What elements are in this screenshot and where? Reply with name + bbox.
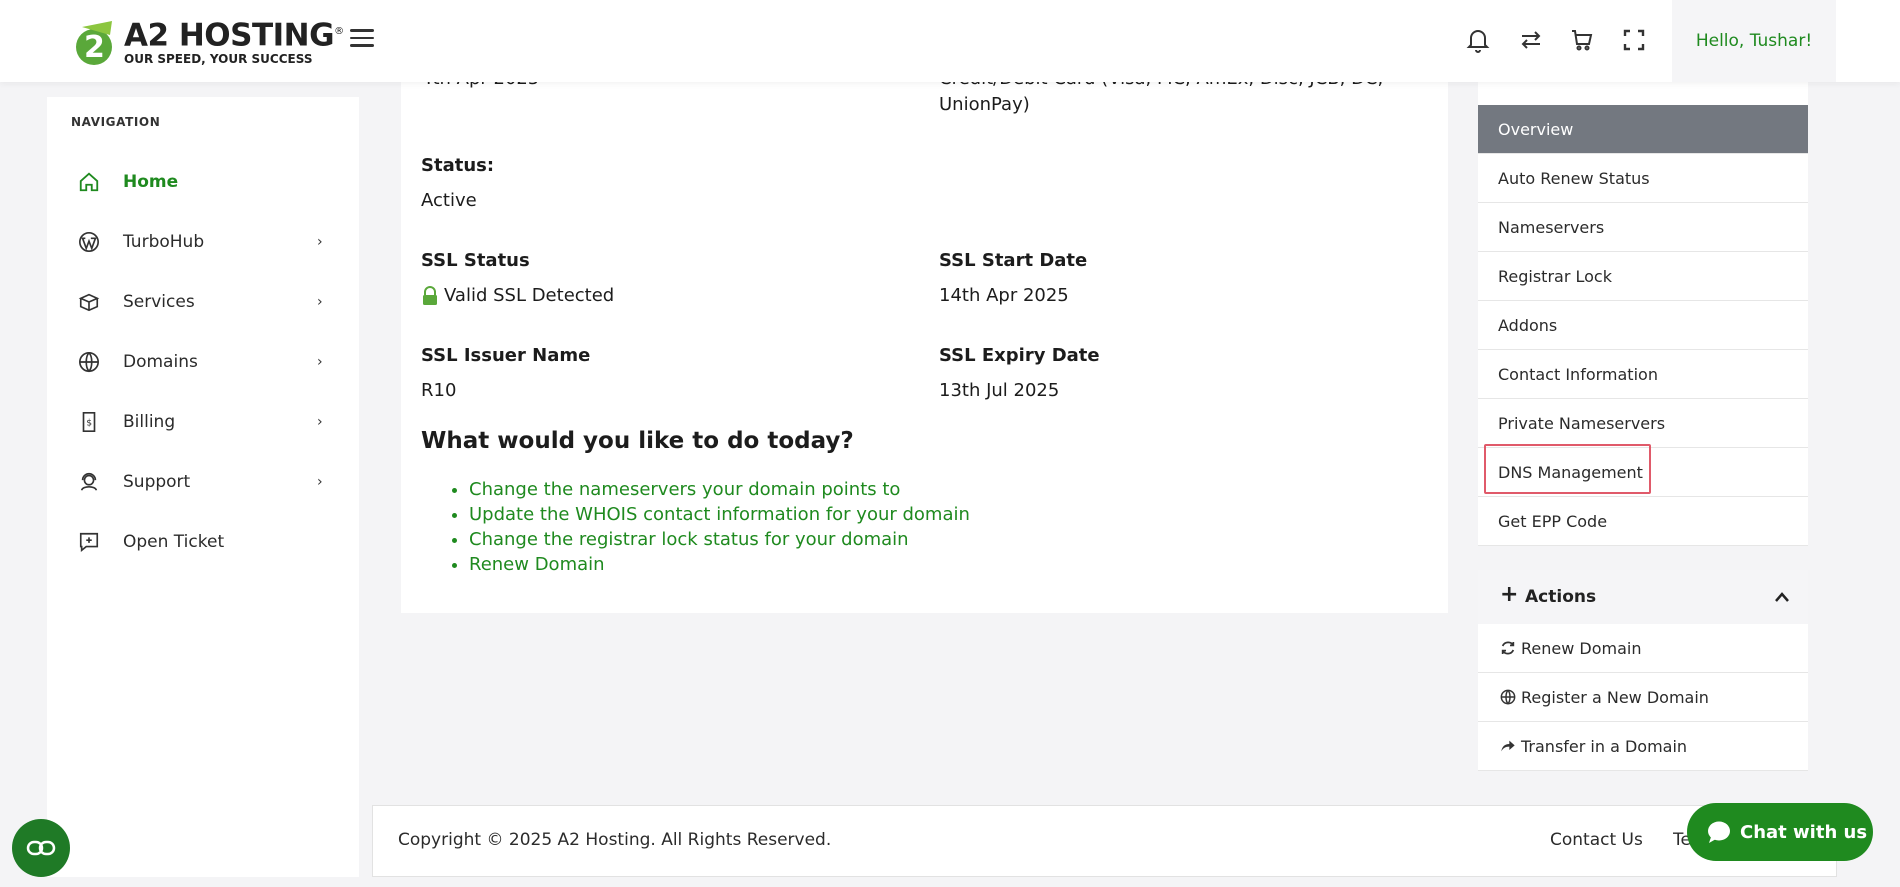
status-value: Active <box>421 190 477 211</box>
sidebar-item-home[interactable]: Home <box>47 160 359 204</box>
chevron-right-icon: › <box>317 294 323 310</box>
sidebar-item-label: Domains <box>123 352 198 372</box>
chevron-right-icon: › <box>317 234 323 250</box>
menu-nameservers[interactable]: Nameservers <box>1478 203 1808 252</box>
sidebar-item-label: Support <box>123 472 191 492</box>
change-nameservers-link[interactable]: Change the nameservers your domain point… <box>469 477 970 502</box>
menu-get-epp-code[interactable]: Get EPP Code <box>1478 497 1808 546</box>
transfer-icon[interactable] <box>1516 25 1546 55</box>
chat-with-us-button[interactable]: Chat with us <box>1687 803 1873 861</box>
change-registrar-lock-link[interactable]: Change the registrar lock status for you… <box>469 527 970 552</box>
menu-contact-information[interactable]: Contact Information <box>1478 350 1808 399</box>
logo-mark-icon: 2 <box>72 15 120 67</box>
ssl-status-value: Valid SSL Detected <box>421 285 614 306</box>
bell-icon[interactable] <box>1463 25 1493 55</box>
action-transfer-domain[interactable]: Transfer in a Domain <box>1478 722 1808 771</box>
chevron-up-icon[interactable] <box>1774 588 1790 607</box>
logo-tagline: OUR SPEED, YOUR SUCCESS <box>124 52 313 67</box>
menu-auto-renew-status[interactable]: Auto Renew Status <box>1478 154 1808 203</box>
menu-private-nameservers[interactable]: Private Nameservers <box>1478 399 1808 448</box>
sidebar-item-services[interactable]: Services › <box>47 280 359 324</box>
sidebar-item-label: TurboHub <box>123 232 205 252</box>
menu-icon[interactable] <box>350 29 374 49</box>
chevron-right-icon: › <box>317 414 323 430</box>
accessibility-widget-button[interactable] <box>12 819 70 877</box>
sidebar-item-open-ticket[interactable]: Open Ticket <box>47 520 359 564</box>
renew-domain-link[interactable]: Renew Domain <box>469 552 970 577</box>
cart-icon[interactable] <box>1567 25 1597 55</box>
ssl-start-label: SSL Start Date <box>939 250 1088 271</box>
nav-title: NAVIGATION <box>71 115 161 129</box>
sidebar-item-billing[interactable]: $ Billing › <box>47 400 359 444</box>
lock-icon <box>423 285 437 305</box>
ticket-icon <box>77 530 101 554</box>
svg-text:2: 2 <box>84 30 105 65</box>
sidebar-item-support[interactable]: Support › <box>47 460 359 504</box>
ssl-issuer-value: R10 <box>421 380 457 401</box>
svg-text:$: $ <box>86 418 92 429</box>
chat-bubble-icon <box>1708 821 1730 843</box>
top-header: 2 A2 HOSTING® OUR SPEED, YOUR SUCCESS He… <box>0 0 1900 82</box>
chevron-right-icon: › <box>317 354 323 370</box>
link-icon <box>26 840 56 856</box>
logo-name: A2 HOSTING® <box>124 17 344 54</box>
copyright-text: Copyright © 2025 A2 Hosting. All Rights … <box>398 830 832 850</box>
fullscreen-icon[interactable] <box>1619 25 1649 55</box>
invoice-icon: $ <box>77 410 101 434</box>
payment-method-value-cont: UnionPay) <box>939 94 1030 115</box>
wordpress-icon <box>77 230 101 254</box>
share-arrow-icon <box>1499 737 1517 755</box>
ssl-expiry-label: SSL Expiry Date <box>939 345 1100 366</box>
footer: Copyright © 2025 A2 Hosting. All Rights … <box>372 805 1837 877</box>
actions-panel-header[interactable]: + Actions <box>1478 570 1808 624</box>
headset-icon <box>77 470 101 494</box>
action-register-domain[interactable]: Register a New Domain <box>1478 673 1808 722</box>
sidebar-item-label: Billing <box>123 412 176 432</box>
ssl-expiry-value: 13th Jul 2025 <box>939 380 1060 401</box>
ssl-issuer-label: SSL Issuer Name <box>421 345 591 366</box>
action-label: Register a New Domain <box>1521 687 1709 707</box>
menu-addons[interactable]: Addons <box>1478 301 1808 350</box>
sidebar-item-label: Home <box>123 172 179 192</box>
home-icon <box>77 170 101 194</box>
todo-links: Change the nameservers your domain point… <box>469 477 970 577</box>
action-label: Transfer in a Domain <box>1521 736 1688 756</box>
menu-dns-management[interactable]: DNS Management <box>1478 448 1808 497</box>
plus-icon: + <box>1500 582 1519 607</box>
todo-title: What would you like to do today? <box>421 428 854 454</box>
sidebar-item-label: Services <box>123 292 195 312</box>
sidebar: NAVIGATION Home TurboHub › Services › Do… <box>47 97 359 877</box>
status-label: Status: <box>421 155 495 176</box>
ssl-start-value: 14th Apr 2025 <box>939 285 1069 306</box>
box-icon <box>77 290 101 314</box>
sidebar-item-label: Open Ticket <box>123 532 225 552</box>
a2-hosting-logo[interactable]: 2 A2 HOSTING® OUR SPEED, YOUR SUCCESS <box>72 15 344 67</box>
contact-us-link[interactable]: Contact Us <box>1550 830 1643 850</box>
chevron-right-icon: › <box>317 474 323 490</box>
update-whois-link[interactable]: Update the WHOIS contact information for… <box>469 502 970 527</box>
menu-overview[interactable]: Overview <box>1478 105 1808 154</box>
globe-icon <box>1499 688 1517 706</box>
sidebar-item-turbohub[interactable]: TurboHub › <box>47 220 359 264</box>
actions-title: Actions <box>1525 587 1597 607</box>
menu-registrar-lock[interactable]: Registrar Lock <box>1478 252 1808 301</box>
ssl-status-label: SSL Status <box>421 250 530 271</box>
user-greeting[interactable]: Hello, Tushar! <box>1672 0 1836 82</box>
action-label: Renew Domain <box>1521 638 1642 658</box>
sidebar-item-domains[interactable]: Domains › <box>47 340 359 384</box>
refresh-icon <box>1499 639 1517 657</box>
globe-icon <box>77 350 101 374</box>
action-renew-domain[interactable]: Renew Domain <box>1478 624 1808 673</box>
